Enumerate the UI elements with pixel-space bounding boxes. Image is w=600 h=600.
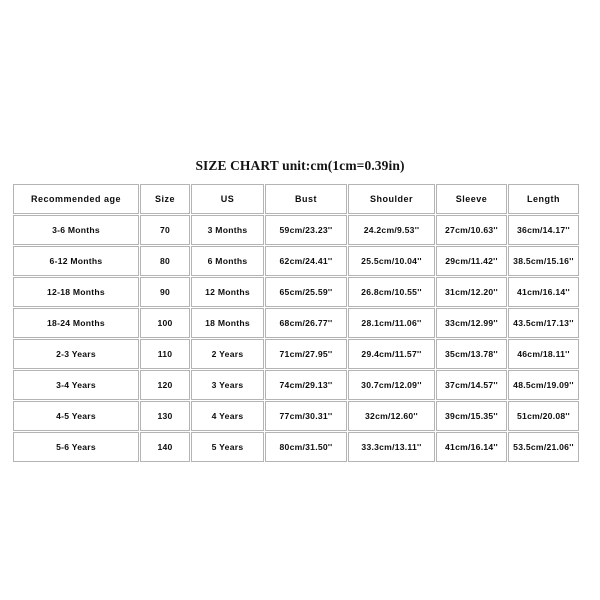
cell-shoulder: 32cm/12.60'' — [348, 401, 435, 431]
cell-bust: 71cm/27.95'' — [265, 339, 347, 369]
cell-sleeve: 27cm/10.63'' — [436, 215, 507, 245]
cell-sleeve: 33cm/12.99'' — [436, 308, 507, 338]
cell-length: 36cm/14.17'' — [508, 215, 579, 245]
cell-length: 48.5cm/19.09'' — [508, 370, 579, 400]
cell-length: 41cm/16.14'' — [508, 277, 579, 307]
cell-us: 5 Years — [191, 432, 264, 462]
cell-bust: 68cm/26.77'' — [265, 308, 347, 338]
cell-size: 130 — [140, 401, 190, 431]
cell-bust: 59cm/23.23'' — [265, 215, 347, 245]
column-header-length: Length — [508, 184, 579, 214]
column-header-shoulder: Shoulder — [348, 184, 435, 214]
cell-size: 90 — [140, 277, 190, 307]
cell-length: 43.5cm/17.13'' — [508, 308, 579, 338]
cell-bust: 62cm/24.41'' — [265, 246, 347, 276]
cell-us: 12 Months — [191, 277, 264, 307]
table-header: Recommended age Size US Bust Shoulder Sl… — [13, 184, 579, 214]
table-row: 5-6 Years 140 5 Years 80cm/31.50'' 33.3c… — [13, 432, 579, 462]
column-header-us: US — [191, 184, 264, 214]
size-chart-page: SIZE CHART unit:cm(1cm=0.39in) Recommend… — [0, 0, 600, 600]
cell-size: 100 — [140, 308, 190, 338]
cell-shoulder: 30.7cm/12.09'' — [348, 370, 435, 400]
cell-recommended-age: 12-18 Months — [13, 277, 139, 307]
cell-size: 80 — [140, 246, 190, 276]
cell-bust: 74cm/29.13'' — [265, 370, 347, 400]
cell-length: 51cm/20.08'' — [508, 401, 579, 431]
column-header-bust: Bust — [265, 184, 347, 214]
size-chart-table-container: Recommended age Size US Bust Shoulder Sl… — [12, 183, 580, 463]
cell-bust: 80cm/31.50'' — [265, 432, 347, 462]
table-row: 3-4 Years 120 3 Years 74cm/29.13'' 30.7c… — [13, 370, 579, 400]
cell-us: 6 Months — [191, 246, 264, 276]
table-row: 3-6 Months 70 3 Months 59cm/23.23'' 24.2… — [13, 215, 579, 245]
cell-sleeve: 29cm/11.42'' — [436, 246, 507, 276]
table-header-row: Recommended age Size US Bust Shoulder Sl… — [13, 184, 579, 214]
cell-size: 120 — [140, 370, 190, 400]
cell-length: 53.5cm/21.06'' — [508, 432, 579, 462]
cell-length: 46cm/18.11'' — [508, 339, 579, 369]
cell-us: 2 Years — [191, 339, 264, 369]
cell-us: 3 Years — [191, 370, 264, 400]
column-header-size: Size — [140, 184, 190, 214]
column-header-recommended-age: Recommended age — [13, 184, 139, 214]
cell-recommended-age: 18-24 Months — [13, 308, 139, 338]
cell-sleeve: 39cm/15.35'' — [436, 401, 507, 431]
cell-recommended-age: 3-6 Months — [13, 215, 139, 245]
page-title: SIZE CHART unit:cm(1cm=0.39in) — [195, 158, 405, 173]
cell-sleeve: 31cm/12.20'' — [436, 277, 507, 307]
cell-sleeve: 37cm/14.57'' — [436, 370, 507, 400]
cell-bust: 65cm/25.59'' — [265, 277, 347, 307]
cell-shoulder: 25.5cm/10.04'' — [348, 246, 435, 276]
table-row: 18-24 Months 100 18 Months 68cm/26.77'' … — [13, 308, 579, 338]
column-header-sleeve: Sleeve — [436, 184, 507, 214]
cell-shoulder: 24.2cm/9.53'' — [348, 215, 435, 245]
cell-recommended-age: 2-3 Years — [13, 339, 139, 369]
cell-recommended-age: 6-12 Months — [13, 246, 139, 276]
cell-shoulder: 26.8cm/10.55'' — [348, 277, 435, 307]
table-body: 3-6 Months 70 3 Months 59cm/23.23'' 24.2… — [13, 215, 579, 462]
cell-size: 70 — [140, 215, 190, 245]
table-row: 12-18 Months 90 12 Months 65cm/25.59'' 2… — [13, 277, 579, 307]
cell-size: 140 — [140, 432, 190, 462]
cell-us: 4 Years — [191, 401, 264, 431]
size-chart-table: Recommended age Size US Bust Shoulder Sl… — [12, 183, 580, 463]
cell-size: 110 — [140, 339, 190, 369]
cell-recommended-age: 4-5 Years — [13, 401, 139, 431]
table-row: 6-12 Months 80 6 Months 62cm/24.41'' 25.… — [13, 246, 579, 276]
cell-length: 38.5cm/15.16'' — [508, 246, 579, 276]
cell-recommended-age: 5-6 Years — [13, 432, 139, 462]
table-row: 2-3 Years 110 2 Years 71cm/27.95'' 29.4c… — [13, 339, 579, 369]
cell-shoulder: 28.1cm/11.06'' — [348, 308, 435, 338]
cell-shoulder: 29.4cm/11.57'' — [348, 339, 435, 369]
cell-recommended-age: 3-4 Years — [13, 370, 139, 400]
table-row: 4-5 Years 130 4 Years 77cm/30.31'' 32cm/… — [13, 401, 579, 431]
cell-bust: 77cm/30.31'' — [265, 401, 347, 431]
cell-us: 18 Months — [191, 308, 264, 338]
cell-sleeve: 35cm/13.78'' — [436, 339, 507, 369]
cell-sleeve: 41cm/16.14'' — [436, 432, 507, 462]
cell-us: 3 Months — [191, 215, 264, 245]
cell-shoulder: 33.3cm/13.11'' — [348, 432, 435, 462]
